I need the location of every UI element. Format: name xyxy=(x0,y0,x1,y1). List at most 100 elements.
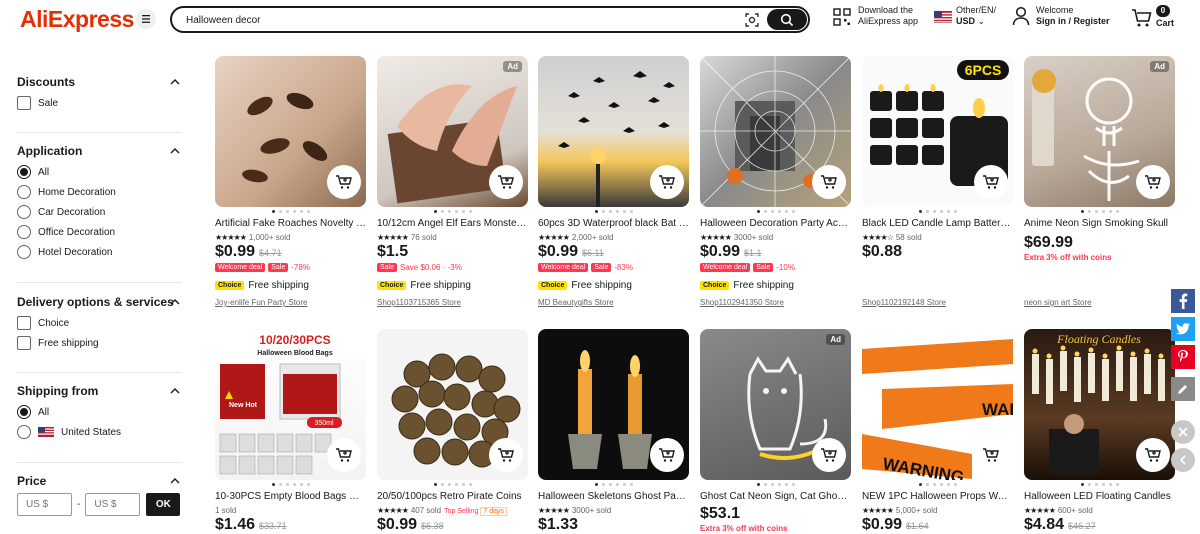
back-share-button[interactable] xyxy=(1171,448,1195,472)
add-to-cart-button[interactable] xyxy=(1136,165,1170,199)
filter-title-application[interactable]: Application xyxy=(17,144,182,162)
stars: ★★★★★ xyxy=(538,233,570,242)
search-input[interactable] xyxy=(186,12,726,28)
add-to-cart-button[interactable] xyxy=(650,438,684,472)
price-max-input[interactable] xyxy=(85,493,141,516)
store-link[interactable]: neon sign art Store xyxy=(1024,298,1092,307)
product-image[interactable] xyxy=(215,56,366,207)
checkbox[interactable] xyxy=(17,336,31,350)
product-image[interactable]: Ad xyxy=(1024,56,1175,207)
filter-option-ship-all[interactable]: All xyxy=(17,402,182,422)
product-image[interactable]: Ad xyxy=(700,329,851,480)
filter-option-office-decoration[interactable]: Office Decoration xyxy=(17,222,182,242)
product-image[interactable]: WARN WARNING xyxy=(862,329,1013,480)
add-to-cart-button[interactable] xyxy=(327,165,361,199)
product-image[interactable]: 6PCS xyxy=(862,56,1013,207)
add-to-cart-button[interactable] xyxy=(974,438,1008,472)
product-image[interactable]: Ad xyxy=(377,56,528,207)
product-title[interactable]: 10/12cm Angel Elf Ears Monster Ears xyxy=(377,218,528,229)
filter-option-home-decoration[interactable]: Home Decoration xyxy=(17,182,182,202)
add-to-cart-button[interactable] xyxy=(327,438,361,472)
product-title[interactable]: Artificial Fake Roaches Novelty Toys xyxy=(215,218,366,229)
add-cart-icon xyxy=(498,448,514,462)
radio[interactable] xyxy=(17,225,31,239)
close-share-button[interactable] xyxy=(1171,420,1195,444)
pencil-icon xyxy=(1178,385,1187,394)
radio[interactable] xyxy=(17,245,31,259)
add-to-cart-button[interactable] xyxy=(974,165,1008,199)
radio[interactable] xyxy=(17,205,31,219)
store-link[interactable]: Shop1102192148 Store xyxy=(862,298,946,307)
product-title[interactable]: 10-30PCS Empty Blood Bags Halloween xyxy=(215,491,366,502)
original-price: $46.27 xyxy=(1068,521,1096,531)
product-image[interactable]: Floating Candles xyxy=(1024,329,1175,480)
radio-selected[interactable] xyxy=(17,405,31,419)
product-image[interactable] xyxy=(700,56,851,207)
search-button[interactable] xyxy=(767,9,807,30)
store-link[interactable]: Joy-enlife Fun Party Store xyxy=(215,298,307,307)
radio[interactable] xyxy=(17,425,31,439)
facebook-share-button[interactable] xyxy=(1171,289,1195,313)
add-cart-icon xyxy=(1145,175,1161,189)
edit-share-button[interactable] xyxy=(1171,377,1195,401)
product-image[interactable] xyxy=(377,329,528,480)
pinterest-share-button[interactable] xyxy=(1171,345,1195,369)
filter-option-united-states[interactable]: United States xyxy=(17,422,182,442)
product-title[interactable]: Anime Neon Sign Smoking Skull xyxy=(1024,218,1175,229)
filter-option-free-shipping[interactable]: Free shipping xyxy=(17,333,182,353)
product-title[interactable]: Ghost Cat Neon Sign, Cat Ghost Light xyxy=(700,491,851,502)
filter-option-hotel-decoration[interactable]: Hotel Decoration xyxy=(17,242,182,262)
filter-title-price[interactable]: Price xyxy=(17,474,182,492)
product-rating: ★★★★★ 5,000+ sold xyxy=(862,506,937,515)
add-to-cart-button[interactable] xyxy=(812,438,846,472)
add-to-cart-button[interactable] xyxy=(650,165,684,199)
price-ok-button[interactable]: OK xyxy=(146,493,181,516)
sign-in-link[interactable]: Sign in / Register xyxy=(1036,16,1110,26)
product-title[interactable]: Black LED Candle Lamp Battery Powered xyxy=(862,218,1013,229)
product-image[interactable]: 10/20/30PCS Halloween Blood Bags New Hot… xyxy=(215,329,366,480)
radio-selected[interactable] xyxy=(17,165,31,179)
store-link[interactable]: Shop1103715365 Store xyxy=(377,298,461,307)
product-title[interactable]: NEW 1PC Halloween Props Warning Tape xyxy=(862,491,1013,502)
sold-count: 600+ sold xyxy=(1057,506,1093,515)
product-image[interactable] xyxy=(538,56,689,207)
store-link[interactable]: Shop1102941350 Store xyxy=(700,298,784,307)
add-to-cart-button[interactable] xyxy=(812,165,846,199)
sold-count: 1,000+ sold xyxy=(248,233,291,242)
filter-title-delivery[interactable]: Delivery options & services xyxy=(17,295,182,313)
image-carousel-dots xyxy=(538,210,689,214)
image-search-icon[interactable] xyxy=(744,12,760,28)
product-title[interactable]: 20/50/100pcs Retro Pirate Coins xyxy=(377,491,528,502)
filter-title-shipping-from[interactable]: Shipping from xyxy=(17,384,182,402)
add-to-cart-button[interactable] xyxy=(1136,438,1170,472)
store-link[interactable]: MD Beautygifts Store xyxy=(538,298,614,307)
checkbox[interactable] xyxy=(17,96,31,110)
product-title[interactable]: Halloween Decoration Party Accessories xyxy=(700,218,851,229)
product-title[interactable]: 60pcs 3D Waterproof black Bat Stickers xyxy=(538,218,689,229)
menu-button[interactable] xyxy=(136,9,156,29)
option-label: Office Decoration xyxy=(38,226,116,238)
aliexpress-logo[interactable]: AliExpress xyxy=(20,6,134,33)
add-to-cart-button[interactable] xyxy=(489,165,523,199)
filter-option-choice[interactable]: Choice xyxy=(17,313,182,333)
filter-option-car-decoration[interactable]: Car Decoration xyxy=(17,202,182,222)
product-title[interactable]: Halloween Skeletons Ghost Party Candle xyxy=(538,491,689,502)
product-image[interactable] xyxy=(538,329,689,480)
chevron-up-icon xyxy=(170,299,180,305)
cart-count: 0 xyxy=(1156,5,1170,17)
checkbox[interactable] xyxy=(17,316,31,330)
option-label: All xyxy=(38,166,50,178)
filter-option-sale[interactable]: Sale xyxy=(17,93,182,113)
divider xyxy=(17,372,182,373)
shipping-text: Free shipping xyxy=(248,280,309,291)
radio[interactable] xyxy=(17,185,31,199)
filter-option-all[interactable]: All xyxy=(17,162,182,182)
stars: ★★★★★ xyxy=(1024,506,1056,515)
price-min-input[interactable] xyxy=(17,493,72,516)
add-to-cart-button[interactable] xyxy=(489,438,523,472)
filter-title-discounts[interactable]: Discounts xyxy=(17,75,182,93)
twitter-share-button[interactable] xyxy=(1171,317,1195,341)
product-title[interactable]: Halloween LED Floating Candles xyxy=(1024,491,1175,502)
badge: Sale xyxy=(377,263,398,272)
product-price: $0.88 xyxy=(862,243,903,260)
